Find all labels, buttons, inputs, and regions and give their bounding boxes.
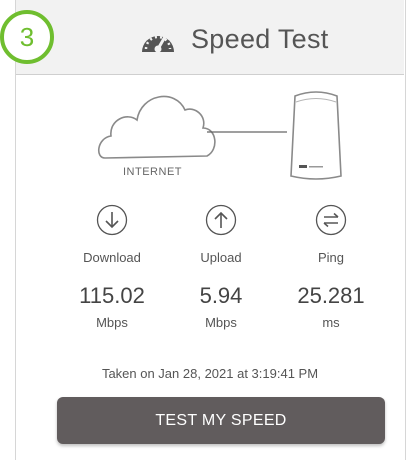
card-header: Speed Test (16, 0, 404, 75)
swap-arrows-circle-icon (315, 204, 347, 236)
test-timestamp: Taken on Jan 28, 2021 at 3:19:41 PM (101, 366, 319, 381)
arrow-up-circle-icon (205, 204, 237, 236)
router-icon (290, 91, 342, 180)
download-unit: Mbps (96, 315, 128, 330)
speedometer-icon (142, 33, 174, 53)
ping-metric: Ping 25.281 ms (281, 204, 381, 330)
upload-label: Upload (200, 250, 242, 265)
download-label: Download (83, 250, 141, 265)
page-title: Speed Test (191, 23, 329, 54)
download-metric: Download 115.02 Mbps (62, 204, 162, 330)
ping-value: 25.281 (297, 283, 365, 308)
header-title-group: Speed Test (138, 21, 329, 57)
download-value: 115.02 (79, 283, 145, 308)
ping-unit: ms (322, 315, 340, 330)
ping-label: Ping (317, 250, 345, 265)
upload-unit: Mbps (205, 315, 237, 330)
internet-label: INTERNET (123, 166, 182, 178)
step-number-badge: 3 (0, 10, 54, 64)
arrow-down-circle-icon (96, 204, 128, 236)
upload-value: 5.94 (199, 283, 243, 308)
upload-metric: Upload 5.94 Mbps (171, 204, 271, 330)
cloud-icon (98, 95, 216, 159)
test-my-speed-button[interactable]: TEST MY SPEED (57, 397, 385, 444)
